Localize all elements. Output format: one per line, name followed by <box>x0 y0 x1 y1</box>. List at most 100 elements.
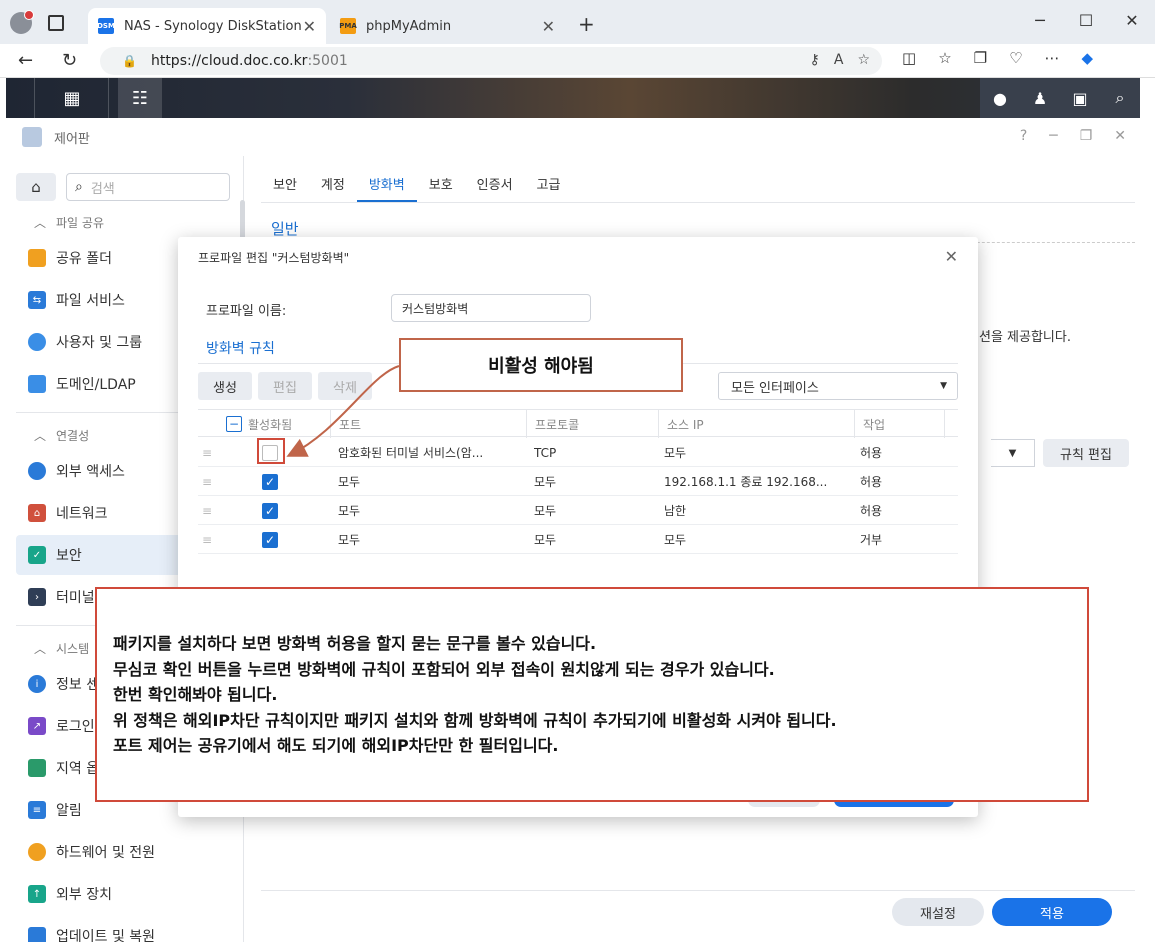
group-file-sharing[interactable]: ︿ 파일 공유 <box>34 214 104 231</box>
sidebar-item-label: 터미널 <box>56 590 95 606</box>
column-enabled[interactable]: − 활성화됨 <box>218 410 330 438</box>
create-button[interactable]: 생성 <box>198 372 252 400</box>
annotation-note-box: 패키지를 설치하다 보면 방화벽 허용을 할지 묻는 문구를 볼수 있습니다. … <box>95 587 1089 802</box>
drag-handle-icon[interactable]: ≡ <box>202 496 212 525</box>
tab-security[interactable]: 보안 <box>261 174 309 202</box>
tab-phpmyadmin[interactable]: PMA phpMyAdmin ✕ <box>330 8 565 44</box>
group-system[interactable]: ︿ 시스템 <box>34 640 89 657</box>
caret-down-icon: ▼ <box>1008 447 1017 459</box>
browser-essentials-icon[interactable]: ♡ <box>1009 49 1022 67</box>
edit-button[interactable]: 편집 <box>258 372 312 400</box>
folder-icon <box>28 249 46 267</box>
url-field[interactable]: 🔒 https://cloud.doc.co.kr :5001 ⚷ A ☆ <box>100 47 882 75</box>
profile-avatar[interactable] <box>10 10 34 34</box>
search-icon[interactable]: ⌕ <box>1100 78 1140 118</box>
column-protocol[interactable]: 프로토콜 <box>526 410 658 438</box>
enabled-checkbox[interactable]: ✓ <box>262 531 278 548</box>
profile-name-field[interactable]: 커스텀방화벽 <box>391 294 591 322</box>
control-panel-taskbar-icon[interactable]: ☷ <box>118 78 162 118</box>
close-icon[interactable]: ✕ <box>1114 128 1126 144</box>
edit-rules-button[interactable]: 규칙 편집 <box>1043 439 1129 467</box>
notification-icon: ≡ <box>28 801 46 819</box>
enabled-checkbox[interactable]: ✓ <box>262 473 278 490</box>
help-icon[interactable]: ? <box>1020 128 1027 144</box>
tab-certificate[interactable]: 인증서 <box>465 174 525 202</box>
table-row[interactable]: ≡ ✓ 모두 모두 모두 거부 <box>198 525 958 554</box>
minimize-icon[interactable]: ─ <box>1049 128 1057 144</box>
sidebar-item-hardware-power[interactable]: 하드웨어 및 전원 <box>16 832 234 872</box>
chevron-up-icon: ︿ <box>34 642 47 656</box>
sidebar-item-external-devices[interactable]: ↑ 외부 장치 <box>16 874 234 914</box>
cell-port: 모두 <box>338 504 361 518</box>
profile-select-dropdown[interactable]: ▼ <box>991 439 1035 467</box>
group-label: 파일 공유 <box>56 216 104 230</box>
network-house-icon: ⌂ <box>28 504 46 522</box>
note-line: 한번 확인해봐야 됩니다. <box>113 685 278 704</box>
chevron-up-icon: ︿ <box>34 429 47 443</box>
drag-handle-icon[interactable]: ≡ <box>202 438 212 467</box>
close-tab-icon[interactable]: ✕ <box>303 17 316 36</box>
sidebar-item-label: 외부 장치 <box>56 887 112 903</box>
group-label: 시스템 <box>56 642 90 656</box>
reset-button[interactable]: 재설정 <box>892 898 984 926</box>
favorite-star-icon[interactable]: ☆ <box>857 52 870 68</box>
read-aloud-icon[interactable]: A <box>834 52 844 68</box>
user-icon[interactable]: ♟ <box>1020 78 1060 118</box>
shield-icon: ✓ <box>28 546 46 564</box>
group-connectivity[interactable]: ︿ 연결성 <box>34 427 89 444</box>
refresh-icon[interactable]: ↻ <box>62 50 77 71</box>
minimize-icon[interactable]: ─ <box>1017 0 1063 40</box>
url-host: https://cloud.doc.co.kr <box>150 53 308 69</box>
close-tab-icon[interactable]: ✕ <box>542 17 555 36</box>
column-action[interactable]: 작업 <box>854 410 944 438</box>
copilot-icon[interactable]: ◆ <box>1082 49 1094 67</box>
drag-handle-icon[interactable]: ≡ <box>202 467 212 496</box>
interface-select[interactable]: 모든 인터페이스 ▼ <box>718 372 958 400</box>
tab-diskstation[interactable]: DSM NAS - Synology DiskStation ✕ <box>88 8 326 44</box>
chat-icon[interactable]: ● <box>980 78 1020 118</box>
cell-port: 암호화된 터미널 서비스(암... <box>338 446 484 460</box>
tab-account[interactable]: 계정 <box>309 174 357 202</box>
delete-button[interactable]: 삭제 <box>318 372 372 400</box>
collections-icon[interactable]: ❐ <box>974 49 987 67</box>
table-row[interactable]: ≡ 암호화된 터미널 서비스(암... TCP 모두 허용 <box>198 438 958 467</box>
tab-actions-icon[interactable] <box>48 15 64 31</box>
more-menu-icon[interactable]: ⋯ <box>1045 49 1060 67</box>
main-menu-icon[interactable]: ▦ <box>50 78 94 118</box>
domain-icon <box>28 375 46 393</box>
favorites-icon[interactable]: ☆ <box>938 49 951 67</box>
table-row[interactable]: ≡ ✓ 모두 모두 남한 허용 <box>198 496 958 525</box>
interface-value: 모든 인터페이스 <box>731 380 819 396</box>
key-icon[interactable]: ⚷ <box>810 52 820 68</box>
tab-firewall[interactable]: 방화벽 <box>356 174 417 202</box>
close-icon[interactable]: ✕ <box>945 247 958 266</box>
tab-advanced[interactable]: 고급 <box>525 174 573 202</box>
close-window-icon[interactable]: ✕ <box>1109 0 1155 40</box>
home-button[interactable]: ⌂ <box>16 173 56 201</box>
new-tab-icon[interactable]: + <box>578 12 595 36</box>
enabled-checkbox[interactable]: ✓ <box>262 502 278 519</box>
update-icon <box>28 927 46 942</box>
restore-icon[interactable]: ❐ <box>1080 128 1093 144</box>
sidebar-item-update-restore[interactable]: 업데이트 및 복원 <box>16 916 234 942</box>
back-icon[interactable]: ← <box>18 50 33 71</box>
split-screen-icon[interactable]: ◫ <box>902 49 916 67</box>
apply-button[interactable]: 적용 <box>992 898 1112 926</box>
maximize-icon[interactable]: ☐ <box>1063 0 1109 40</box>
column-port[interactable]: 포트 <box>330 410 526 438</box>
table-row[interactable]: ≡ ✓ 모두 모두 192.168.1.1 종료 192.168... 허용 <box>198 467 958 496</box>
search-input[interactable]: ⌕ 검색 <box>66 173 230 201</box>
cell-action: 허용 <box>860 504 883 518</box>
tab-label: NAS - Synology DiskStation <box>124 18 302 34</box>
drag-handle-icon[interactable]: ≡ <box>202 525 212 554</box>
external-device-icon: ↑ <box>28 885 46 903</box>
users-icon <box>28 333 46 351</box>
column-label: 활성화됨 <box>248 417 293 432</box>
column-source-ip[interactable]: 소스 IP <box>658 410 854 438</box>
column-label: 소스 IP <box>667 417 704 432</box>
tab-protection[interactable]: 보호 <box>417 174 465 202</box>
address-bar-row: ← ↻ 🔒 https://cloud.doc.co.kr :5001 ⚷ A … <box>0 44 1155 78</box>
widgets-icon[interactable]: ▣ <box>1060 78 1100 118</box>
select-all-checkbox[interactable]: − <box>226 416 242 432</box>
cell-protocol: 모두 <box>534 504 557 518</box>
